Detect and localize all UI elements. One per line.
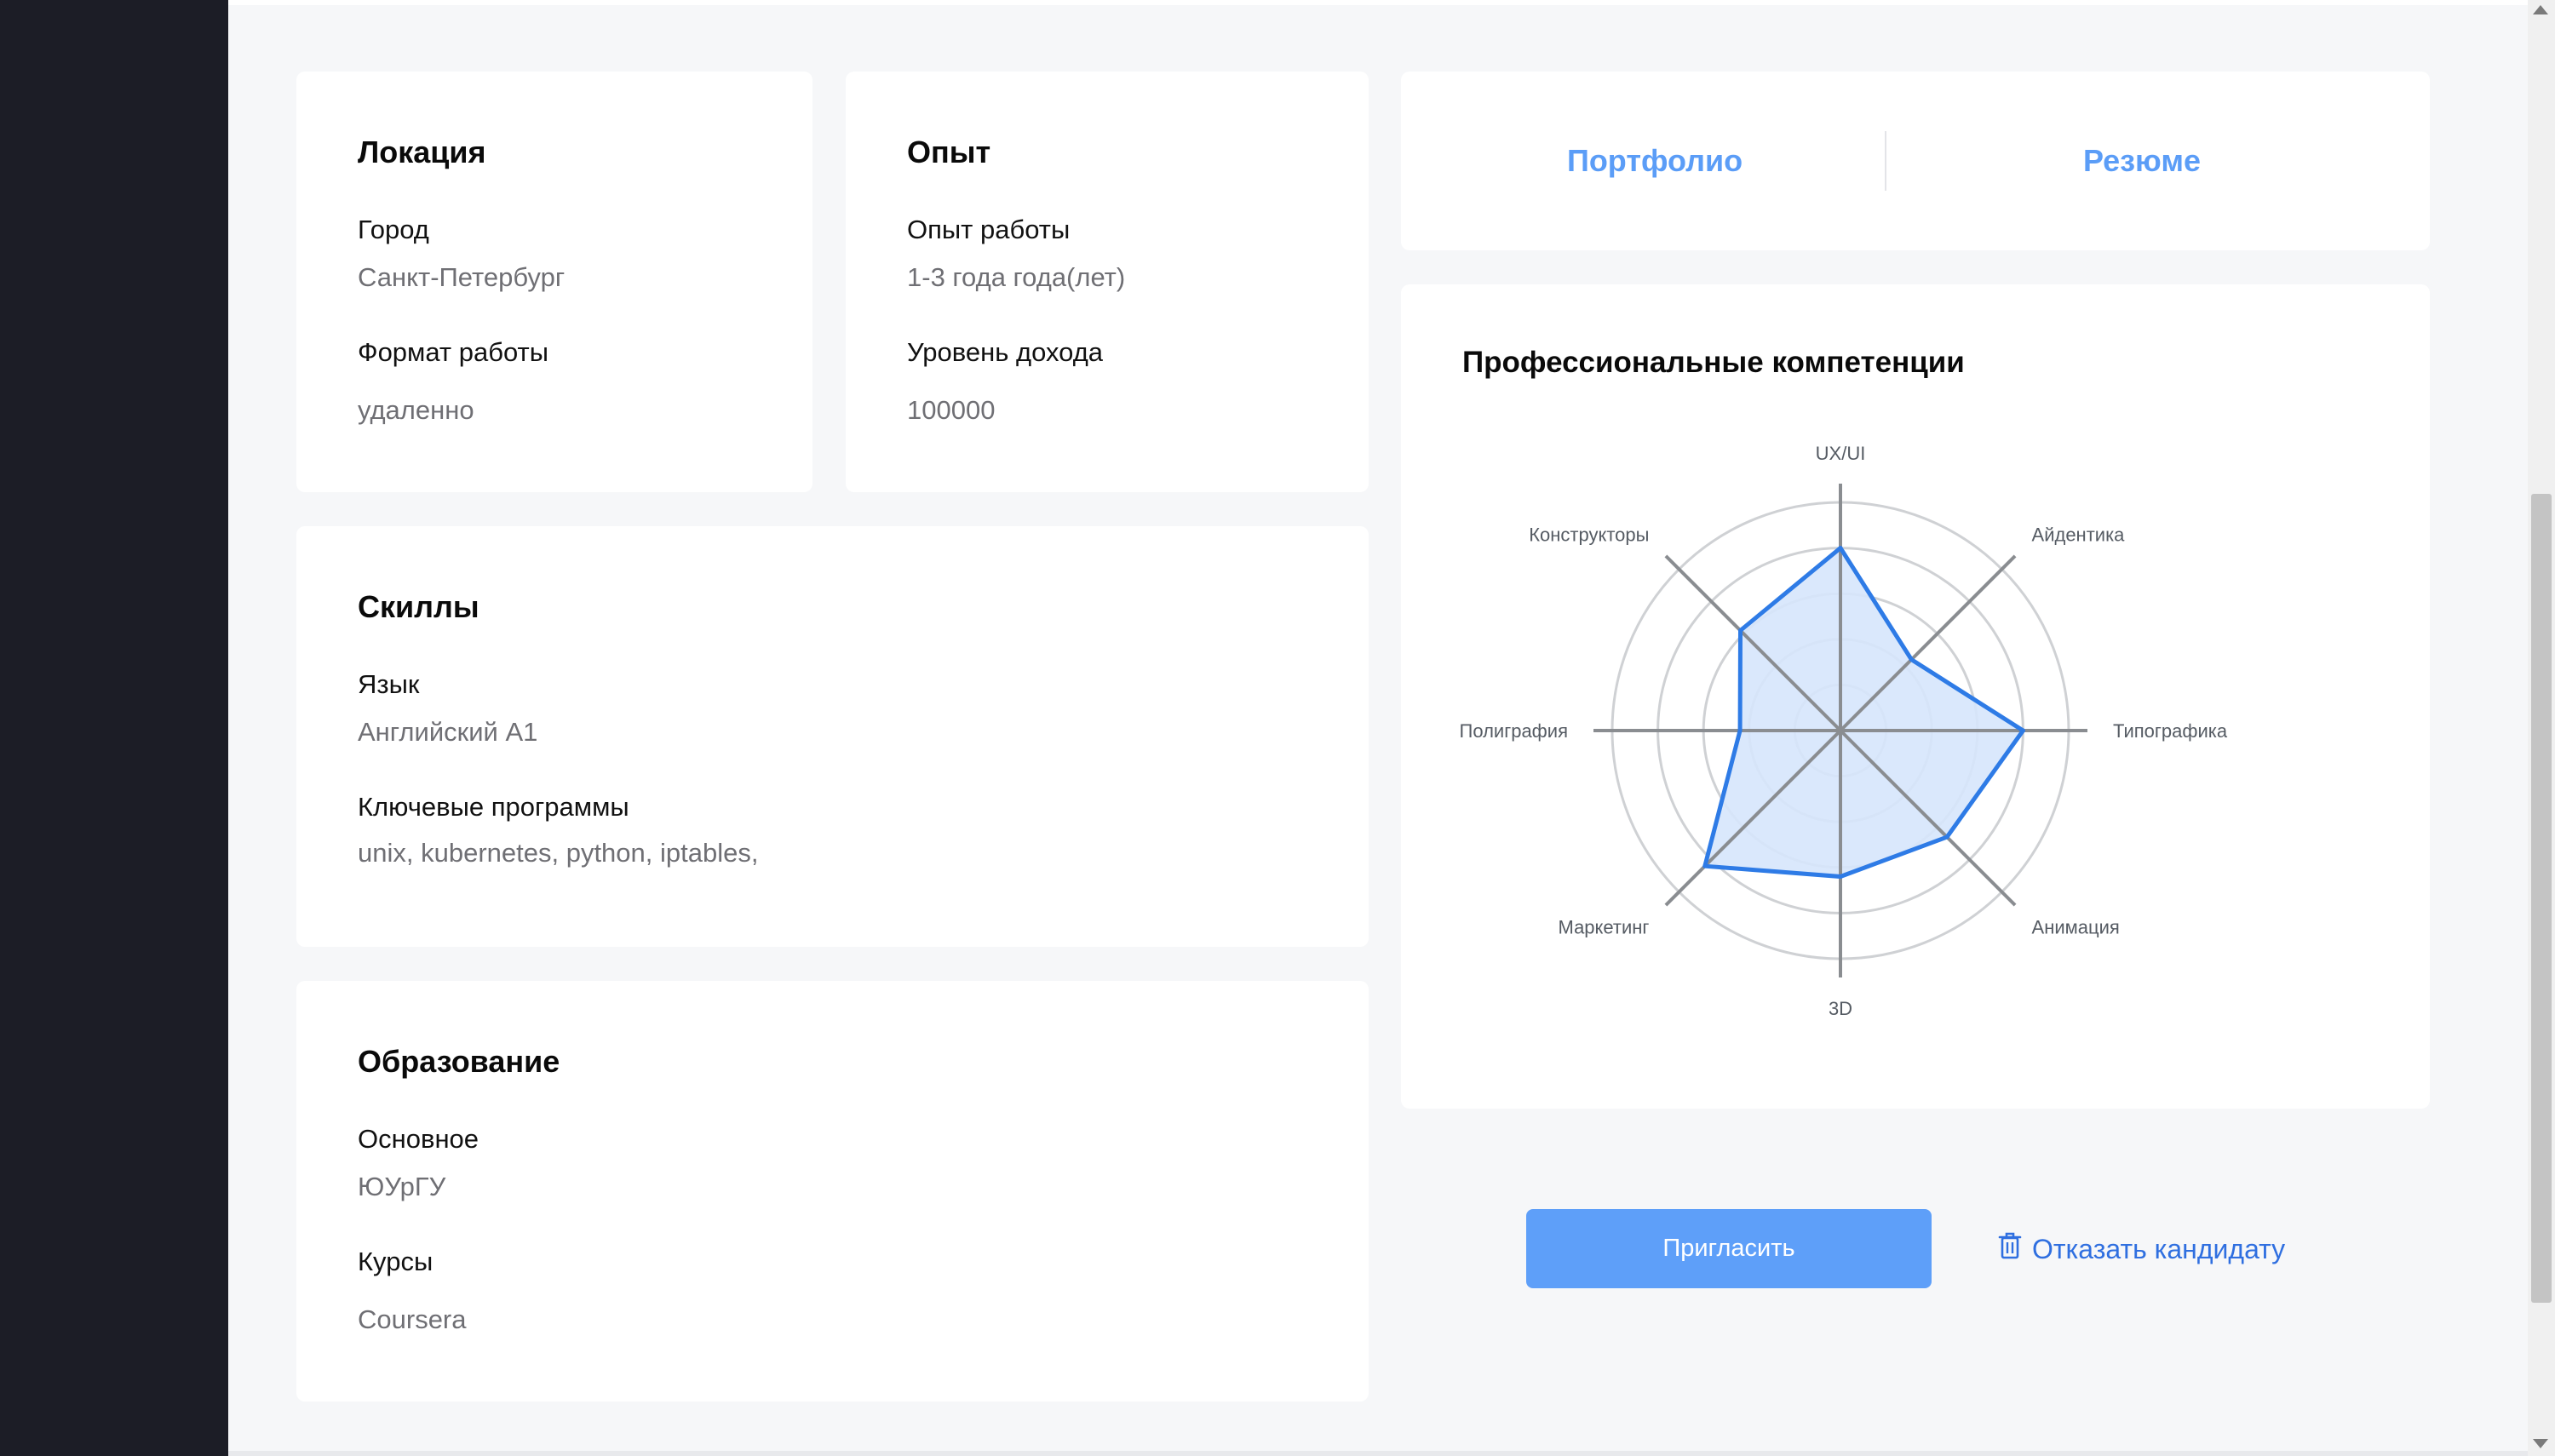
radar-point-6 <box>1702 863 1708 868</box>
skills-title: Скиллы <box>358 589 479 624</box>
education-title: Образование <box>358 1044 560 1079</box>
radar-point-4 <box>1944 834 1949 840</box>
top-strip <box>228 0 2528 5</box>
radar-axis-label: Типографика <box>2113 720 2228 742</box>
trash-icon <box>1998 1231 2022 1267</box>
radar-point-7 <box>1737 728 1743 733</box>
experience-card: Опыт Опыт работы 1-3 года года(лет) Уров… <box>846 72 1369 492</box>
radar-axis-label: Маркетинг <box>1559 917 1650 938</box>
courses-label: Курсы <box>358 1247 433 1276</box>
radar-axis-label: Айдентика <box>2032 524 2126 545</box>
city-label: Город <box>358 215 429 244</box>
radar-axis-label: UX/UI <box>1816 443 1866 464</box>
bottom-strip <box>228 1451 2528 1456</box>
education-card: Образование Основное ЮУрГУ Курсы Courser… <box>296 981 1369 1402</box>
location-title: Локация <box>358 135 486 169</box>
radar-axis-label: 3D <box>1829 998 1852 1019</box>
key-programs-value: unix, kubernetes, python, iptables, <box>358 838 759 868</box>
radar-point-8 <box>1738 628 1743 633</box>
radar-point-2 <box>1909 657 1914 662</box>
radar-axis-label: Анимация <box>2032 917 2120 938</box>
income-label: Уровень дохода <box>907 337 1104 367</box>
resume-link[interactable]: Резюме <box>1912 72 2372 250</box>
radar-axis-label: Конструкторы <box>1529 524 1649 545</box>
radar-point-5 <box>1838 874 1843 880</box>
language-label: Язык <box>358 669 420 699</box>
app-sidebar-rail <box>0 0 228 1456</box>
courses-value: Coursera <box>358 1304 467 1334</box>
city-value: Санкт-Петербург <box>358 262 566 292</box>
competencies-radar-chart: UX/UI Айдентика Типографика Анимация 3D Марке… <box>1460 443 2228 1019</box>
reject-candidate-label: Отказать кандидату <box>2032 1233 2286 1264</box>
scrollbar-thumb[interactable] <box>2531 494 2552 1303</box>
main-education-label: Основное <box>358 1124 479 1154</box>
radar-point-1 <box>1838 546 1843 551</box>
links-card: Портфолио Резюме <box>1401 72 2430 250</box>
links-divider <box>1885 131 1886 191</box>
reject-candidate-button[interactable]: Отказать кандидату <box>1998 1226 2285 1272</box>
radar-axis-label: Полиграфия <box>1460 720 1569 742</box>
portfolio-link[interactable]: Портфолио <box>1425 72 1885 250</box>
income-value: 100000 <box>907 395 996 425</box>
work-format-value: удаленно <box>358 395 474 425</box>
key-programs-label: Ключевые программы <box>358 792 629 822</box>
skills-card: Скиллы Язык Английский А1 Ключевые прогр… <box>296 526 1369 947</box>
language-value: Английский А1 <box>358 717 538 747</box>
work-format-label: Формат работы <box>358 337 549 367</box>
scroll-down-arrow-icon[interactable] <box>2533 1439 2548 1448</box>
location-card: Локация Город Санкт-Петербург Формат раб… <box>296 72 812 492</box>
invite-button[interactable]: Пригласить <box>1526 1209 1932 1288</box>
experience-title: Опыт <box>907 135 991 169</box>
work-experience-value: 1-3 года года(лет) <box>907 262 1126 292</box>
main-education-value: ЮУрГУ <box>358 1172 446 1201</box>
work-experience-label: Опыт работы <box>907 215 1071 244</box>
scroll-up-arrow-icon[interactable] <box>2533 5 2548 14</box>
radar-point-3 <box>2020 728 2025 733</box>
competencies-card: Профессиональные компетенции UX/UI Айдент… <box>1401 284 2430 1109</box>
